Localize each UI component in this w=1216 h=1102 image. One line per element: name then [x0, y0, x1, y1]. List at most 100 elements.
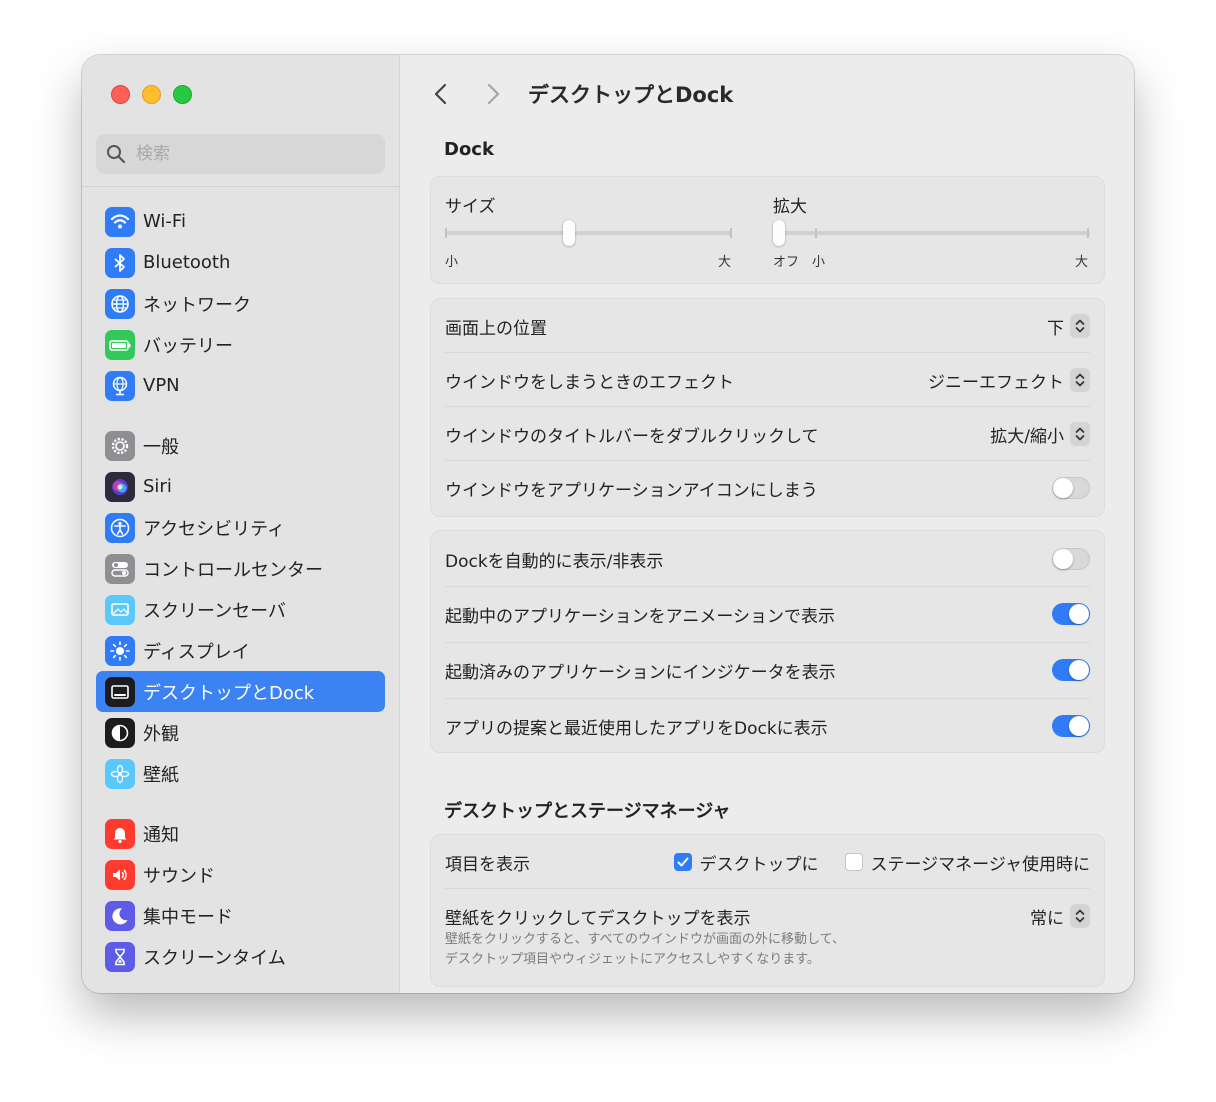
search-icon — [107, 145, 126, 164]
sidebar-item-appearance[interactable]: 外観 — [96, 712, 385, 753]
double-click-popup[interactable]: 拡大/縮小 — [990, 422, 1090, 447]
sidebar-item-network[interactable]: ネットワーク — [96, 283, 385, 324]
size-min-label: 小 — [445, 255, 459, 270]
sidebar-item-battery[interactable]: バッテリー — [96, 324, 385, 365]
search-field[interactable] — [96, 134, 385, 174]
stage-manager-card: 項目を表示 デスクトップに ステージマネージャ使用時に 壁紙をクリックしてデスク… — [430, 834, 1105, 987]
sun-icon — [105, 635, 135, 666]
show-items-row: 項目を表示 デスクトップに ステージマネージャ使用時に — [445, 847, 1090, 877]
gear-icon — [105, 430, 135, 461]
description-line: デスクトップ項目やウィジェットにアクセスしやすくなります。 — [445, 952, 820, 967]
sidebar-item-screen-time[interactable]: スクリーンタイム — [96, 936, 385, 977]
magnification-tick-max — [1087, 228, 1089, 238]
moon-icon — [105, 900, 135, 931]
bluetooth-icon — [105, 247, 135, 278]
sidebar-item-control-center[interactable]: コントロールセンター — [96, 548, 385, 589]
chevron-updown-icon — [1070, 314, 1090, 338]
dock-options-card: 画面上の位置 下 ウインドウをしまうときのエフェクト ジニーエフェクト ウインド… — [430, 298, 1105, 517]
sidebar-item-sound[interactable]: サウンド — [96, 854, 385, 895]
sidebar-item-wallpaper[interactable]: 壁紙 — [96, 753, 385, 794]
sidebar-item-desktop-dock[interactable]: デスクトップとDock — [96, 671, 385, 712]
indicators-label: 起動済みのアプリケーションにインジケータを表示 — [445, 662, 836, 683]
indicators-toggle[interactable] — [1052, 659, 1090, 681]
minimize-into-icon-toggle[interactable] — [1052, 477, 1090, 499]
back-button[interactable] — [430, 82, 454, 106]
page-title: デスクトップとDock — [528, 83, 734, 107]
stage-checkbox-group[interactable]: ステージマネージャ使用時に — [844, 850, 1090, 875]
minimize-button[interactable] — [142, 85, 161, 104]
magnification-max-label: 大 — [1075, 255, 1089, 270]
magnification-slider-thumb[interactable] — [773, 220, 785, 246]
autohide-toggle[interactable] — [1052, 548, 1090, 570]
search-input[interactable] — [134, 143, 378, 165]
show-items-label: 項目を表示 — [445, 854, 530, 875]
desktop-checkbox[interactable] — [673, 853, 692, 871]
sidebar-item-label: 一般 — [143, 436, 179, 458]
magnification-min-label: 小 — [812, 255, 826, 270]
sidebar-item-label: 集中モード — [143, 906, 233, 928]
zoom-button[interactable] — [173, 85, 192, 104]
chevron-updown-icon — [1070, 368, 1090, 392]
wifi-icon — [105, 206, 135, 237]
dock-sliders-card: サイズ 小 大 拡大 オフ 小 大 — [430, 176, 1105, 284]
stage-manager-section-heading: デスクトップとステージマネージャ — [444, 801, 731, 822]
magnification-slider-track[interactable] — [773, 231, 1090, 235]
size-slider-thumb[interactable] — [562, 220, 575, 246]
autohide-label: Dockを自動的に表示/非表示 — [445, 551, 664, 572]
magnification-tick-min — [815, 228, 817, 238]
position-row: 画面上の位置 下 — [445, 311, 1090, 341]
show-items-options: デスクトップに ステージマネージャ使用時に — [673, 850, 1090, 875]
sidebar-item-focus[interactable]: 集中モード — [96, 895, 385, 936]
position-popup[interactable]: 下 — [1047, 314, 1090, 339]
double-click-value: 拡大/縮小 — [990, 426, 1064, 447]
sidebar-item-general[interactable]: 一般 — [96, 425, 385, 466]
animate-label: 起動中のアプリケーションをアニメーションで表示 — [445, 606, 835, 627]
row-divider — [445, 406, 1090, 407]
screensaver-icon — [105, 594, 135, 625]
click-wallpaper-description: 壁紙をクリックすると、すべてのウインドウが画面の外に移動して、 デスクトップ項目… — [445, 930, 845, 970]
siri-icon — [105, 471, 135, 502]
appearance-icon — [105, 717, 135, 748]
row-divider — [445, 460, 1090, 461]
dock-icon — [105, 676, 135, 707]
sidebar-item-display[interactable]: ディスプレイ — [96, 630, 385, 671]
animate-toggle[interactable] — [1052, 603, 1090, 625]
sidebar-item-notifications[interactable]: 通知 — [96, 813, 385, 854]
magnification-label: 拡大 — [773, 197, 807, 217]
sidebar-item-wifi[interactable]: Wi-Fi — [96, 201, 385, 242]
close-button[interactable] — [111, 85, 130, 104]
dock-section-heading: Dock — [444, 139, 494, 160]
desktop-checkbox-label: デスクトップに — [699, 854, 819, 875]
position-label: 画面上の位置 — [445, 318, 547, 339]
minimize-effect-row: ウインドウをしまうときのエフェクト ジニーエフェクト — [445, 365, 1090, 395]
row-divider — [445, 586, 1090, 587]
size-slider-track[interactable] — [445, 231, 732, 235]
size-tick-max — [730, 228, 732, 238]
speaker-icon — [105, 859, 135, 890]
magnification-off-label: オフ — [773, 255, 800, 270]
row-divider — [445, 352, 1090, 353]
sidebar-item-accessibility[interactable]: アクセシビリティ — [96, 507, 385, 548]
sidebar-item-bluetooth[interactable]: Bluetooth — [96, 242, 385, 283]
sidebar-item-vpn[interactable]: VPN — [96, 365, 385, 406]
sidebar-item-screensaver[interactable]: スクリーンセーバ — [96, 589, 385, 630]
bell-icon — [105, 818, 135, 849]
flower-icon — [105, 758, 135, 789]
sidebar: Wi-Fi Bluetooth ネットワーク バッテリー — [82, 55, 400, 993]
animate-row: 起動中のアプリケーションをアニメーションで表示 — [445, 599, 1090, 629]
suggested-apps-toggle[interactable] — [1052, 715, 1090, 737]
accessibility-icon — [105, 512, 135, 543]
sidebar-item-label: Bluetooth — [143, 252, 231, 273]
minimize-effect-popup[interactable]: ジニーエフェクト — [928, 368, 1090, 393]
chevron-updown-icon — [1070, 422, 1090, 446]
sidebar-item-siri[interactable]: Siri — [96, 466, 385, 507]
sidebar-item-label: デスクトップとDock — [143, 682, 315, 704]
stage-manager-checkbox[interactable] — [844, 853, 863, 871]
desktop-checkbox-group[interactable]: デスクトップに — [673, 850, 819, 875]
sidebar-nav: Wi-Fi Bluetooth ネットワーク バッテリー VPN 一般 Siri… — [96, 201, 385, 977]
click-wallpaper-popup[interactable]: 常に — [1030, 904, 1090, 929]
sidebar-item-label: コントロールセンター — [143, 559, 323, 581]
sidebar-item-label: ディスプレイ — [143, 641, 250, 663]
sidebar-item-label: スクリーンタイム — [143, 947, 286, 969]
forward-button[interactable] — [480, 82, 504, 106]
